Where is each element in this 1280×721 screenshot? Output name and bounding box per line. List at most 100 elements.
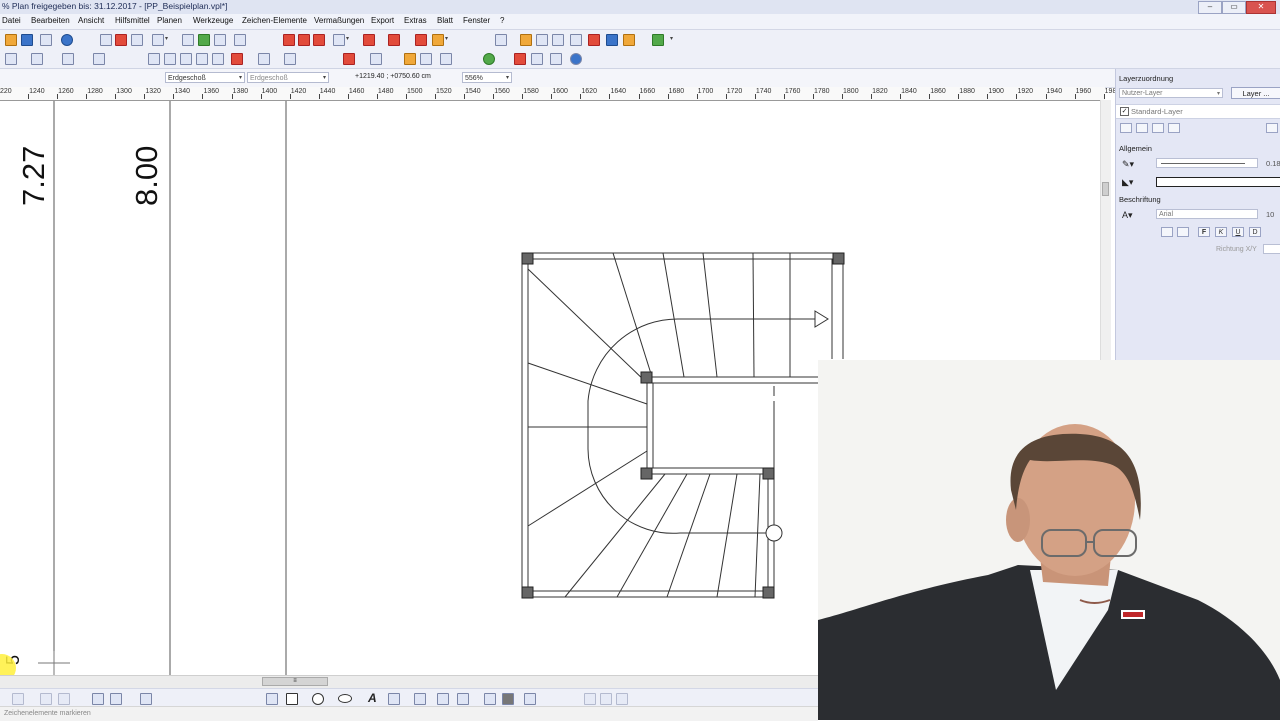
mirror-tool-icon[interactable] [58,693,70,705]
menu-planen[interactable]: Planen [157,16,182,25]
select-tool-icon[interactable] [12,693,24,705]
roof-icon[interactable] [363,34,375,46]
pen-icon[interactable]: ✎▾ [1122,159,1134,170]
frame-icon[interactable] [420,53,432,65]
chevron-down-icon[interactable]: ▾ [346,35,349,42]
info-icon[interactable] [61,34,73,46]
b-icon[interactable] [180,53,192,65]
delete-element-icon[interactable] [231,53,243,65]
break-icon[interactable] [140,693,152,705]
menu-zeichen-elemente[interactable]: Zeichen-Elemente [242,16,307,25]
beam-icon[interactable] [415,34,427,46]
checkbox[interactable]: ✓ [1120,107,1129,116]
snap-icon[interactable] [198,34,210,46]
zoom-in-icon[interactable] [131,34,143,46]
pin-icon[interactable] [536,34,548,46]
copy-tool-icon[interactable] [40,693,52,705]
ungroup-icon[interactable] [600,693,612,705]
menu-bearbeiten[interactable]: Bearbeiten [31,16,70,25]
window-element-icon[interactable] [313,34,325,46]
horizontal-scrollbar[interactable]: ≡ [0,675,818,688]
fill-select[interactable] [1156,177,1280,187]
zoom-window-icon[interactable] [100,34,112,46]
menu-fenster[interactable]: Fenster [463,16,490,25]
settings-icon[interactable] [524,693,536,705]
text-tool-icon[interactable]: A [368,691,377,705]
frame-icon[interactable] [1177,227,1189,237]
floor-select-secondary[interactable]: Erdgeschoß ▾ [247,72,329,83]
print-icon[interactable] [40,34,52,46]
grid-icon[interactable] [214,34,226,46]
erase-icon[interactable] [440,53,452,65]
s-icon[interactable] [196,53,208,65]
move-icon[interactable] [258,53,270,65]
measure-icon[interactable] [234,34,246,46]
scissors-icon[interactable] [110,693,122,705]
polyline-icon[interactable] [437,693,449,705]
floor-icon[interactable] [62,53,74,65]
w-icon[interactable] [164,53,176,65]
elevation-icon[interactable] [520,34,532,46]
edit-icon[interactable] [404,53,416,65]
opening-icon[interactable] [298,34,310,46]
menu-help[interactable]: ? [500,16,504,25]
trim-icon[interactable] [370,53,382,65]
window-icon[interactable] [182,34,194,46]
staircase[interactable] [521,252,845,598]
bold-button[interactable]: F [1198,227,1210,237]
magic-icon[interactable] [531,53,543,65]
align-icon[interactable] [1161,227,1173,237]
restore-button[interactable]: ▭ [1222,1,1246,14]
section-icon[interactable] [495,34,507,46]
layer-button[interactable]: Layer ... [1231,87,1280,99]
check-icon[interactable] [92,693,104,705]
menu-werkzeuge[interactable]: Werkzeuge [193,16,233,25]
zoom-select[interactable]: 556% ▾ [462,72,512,83]
slab-icon[interactable] [432,34,444,46]
strikethrough-button[interactable]: D [1249,227,1261,237]
menu-extras[interactable]: Extras [404,16,427,25]
underline-button[interactable]: U [1232,227,1244,237]
column-icon[interactable] [388,34,400,46]
f-icon[interactable] [212,53,224,65]
close-button[interactable]: ✕ [1246,1,1276,14]
ellipse-icon[interactable] [338,694,352,703]
menu-blatt[interactable]: Blatt [437,16,453,25]
pan-hand-icon[interactable] [152,34,164,46]
line-style-select[interactable] [1156,158,1258,168]
circle-icon[interactable] [312,693,324,705]
text-cursor-icon[interactable] [552,34,564,46]
layer-tool-icon[interactable] [1120,123,1132,133]
table-icon[interactable] [623,34,635,46]
pencil-icon[interactable] [343,53,355,65]
triangle-icon[interactable] [457,693,469,705]
fill-icon[interactable]: ◣▾ [1122,177,1133,188]
menu-export[interactable]: Export [371,16,394,25]
menu-ansicht[interactable]: Ansicht [78,16,104,25]
save-icon[interactable] [21,34,33,46]
scrollbar-thumb[interactable] [1102,182,1109,196]
direction-input[interactable] [1263,244,1280,254]
font-select[interactable]: Arial [1156,209,1258,219]
menu-datei[interactable]: Datei [2,16,21,25]
list-icon[interactable] [266,693,278,705]
render-icon[interactable] [588,34,600,46]
layer-tool-icon[interactable] [1136,123,1148,133]
italic-button[interactable]: K [1215,227,1227,237]
home-icon[interactable] [5,53,17,65]
lock-icon[interactable] [284,53,296,65]
target-icon[interactable] [483,53,495,65]
copy-floor-icon[interactable] [93,53,105,65]
selection-handles[interactable] [521,252,845,599]
scrollbar-thumb[interactable]: ≡ [262,677,328,686]
house-icon[interactable] [31,53,43,65]
menu-hilfsmittel[interactable]: Hilfsmittel [115,16,150,25]
layer-icon[interactable] [616,693,628,705]
zoom-all-icon[interactable] [115,34,127,46]
group-icon[interactable] [584,693,596,705]
list-icon[interactable] [606,34,618,46]
chevron-down-icon[interactable]: ▾ [445,35,448,42]
stair-icon[interactable] [333,34,345,46]
layer-delete-icon[interactable] [1266,123,1278,133]
3d-view-icon[interactable] [570,34,582,46]
